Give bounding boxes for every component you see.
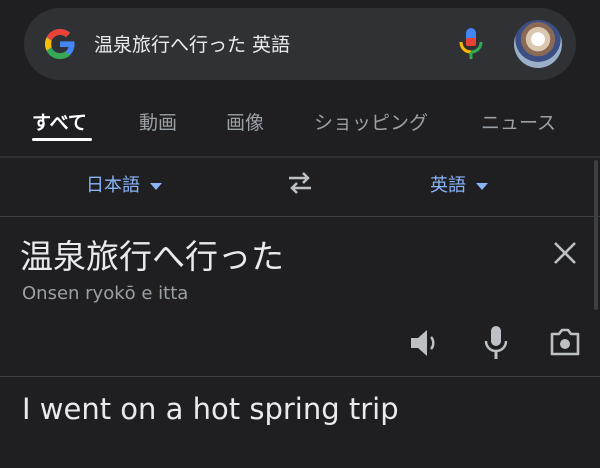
scrollbar[interactable] — [594, 160, 598, 310]
close-icon[interactable] — [552, 240, 578, 266]
microphone-icon[interactable] — [456, 26, 486, 62]
search-tabs: すべて 動画 画像 ショッピング ニュース — [0, 100, 600, 146]
source-language-select[interactable]: 日本語 — [86, 171, 162, 197]
camera-icon[interactable] — [548, 326, 582, 358]
tab-images[interactable]: 画像 — [226, 108, 264, 135]
romanization-text: Onsen ryokō e itta — [22, 283, 189, 304]
tab-news[interactable]: ニュース — [481, 108, 556, 135]
language-selector-row: 日本語 英語 — [0, 160, 600, 216]
tab-videos[interactable]: 動画 — [139, 108, 177, 135]
search-bar[interactable]: 温泉旅行へ行った 英語 — [24, 8, 576, 80]
chevron-down-icon — [150, 182, 162, 190]
chevron-down-icon — [476, 182, 488, 190]
target-language-select[interactable]: 英語 — [430, 171, 488, 197]
target-language-label: 英語 — [430, 175, 466, 196]
tab-all[interactable]: すべて — [32, 108, 87, 135]
translated-text: I went on a hot spring trip — [22, 392, 399, 426]
google-g-icon — [45, 29, 75, 59]
divider — [0, 216, 600, 217]
search-query[interactable]: 温泉旅行へ行った 英語 — [94, 30, 290, 57]
divider — [0, 376, 600, 377]
active-tab-indicator — [32, 138, 92, 141]
avatar[interactable] — [514, 20, 562, 68]
microphone-icon[interactable] — [482, 324, 510, 362]
speaker-icon[interactable] — [408, 326, 442, 360]
swap-languages-icon[interactable] — [285, 168, 315, 198]
divider — [0, 156, 600, 158]
source-language-label: 日本語 — [86, 175, 140, 196]
tab-shopping[interactable]: ショッピング — [314, 108, 428, 135]
source-text[interactable]: 温泉旅行へ行った — [20, 230, 284, 278]
